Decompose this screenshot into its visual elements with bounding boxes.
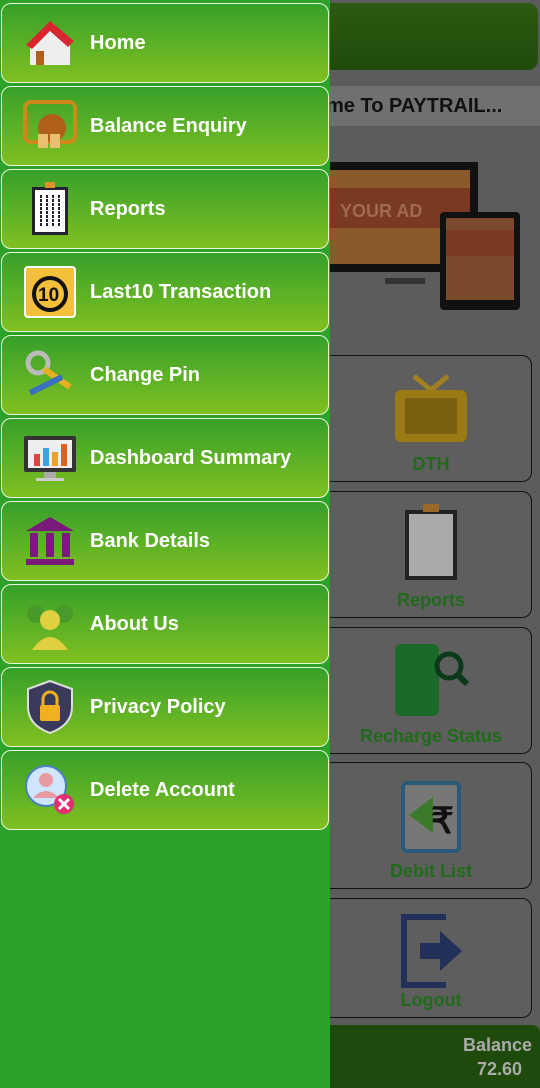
tile-label: Reports — [396, 590, 465, 610]
clipboard-icon — [20, 181, 80, 237]
drawer-item-label: Privacy Policy — [90, 695, 226, 718]
tile-label: Logout — [400, 990, 462, 1010]
tv-icon — [331, 368, 531, 446]
ad-banner-image: YOUR AD — [330, 162, 520, 310]
tile-recharge-status[interactable]: Recharge Status — [300, 627, 532, 754]
money-bag-icon — [20, 98, 80, 154]
drawer-item-about-us[interactable]: About Us — [1, 584, 329, 664]
drawer-item-label: Balance Enquiry — [90, 114, 247, 137]
tile-label: Recharge Status — [359, 726, 503, 746]
svg-text:10: 10 — [38, 285, 59, 306]
logout-icon — [331, 911, 531, 989]
tile-logout[interactable]: Logout — [300, 898, 532, 1018]
tile-dth[interactable]: DTH — [300, 355, 532, 482]
drawer-item-label: Last10 Transaction — [90, 280, 272, 303]
tile-label: Debit List — [389, 861, 472, 881]
tile-reports[interactable]: Reports — [300, 491, 532, 618]
drawer-item-label: About Us — [90, 612, 179, 635]
drawer-item-label: Home — [90, 31, 146, 54]
key-pencil-icon — [20, 347, 80, 403]
balance-bar: Balance 72.60 — [300, 1025, 540, 1088]
balance-value: 72.60 — [476, 1059, 522, 1079]
rupee-clipboard-icon: ₹ — [331, 775, 531, 853]
drawer-item-bank-details[interactable]: Bank Details — [1, 501, 329, 581]
drawer-item-label: Change Pin — [90, 363, 201, 386]
shield-lock-icon — [20, 679, 80, 735]
drawer-item-label: Bank Details — [90, 529, 211, 552]
balance-label: Balance — [462, 1035, 532, 1055]
tile-label: DTH — [412, 454, 450, 474]
drawer-item-balance-enquiry[interactable]: Balance Enquiry — [1, 86, 329, 166]
drawer-item-label: Reports — [90, 197, 166, 220]
tile-debit-list[interactable]: ₹ Debit List — [300, 762, 532, 889]
monitor-chart-icon — [20, 430, 80, 486]
home-icon — [20, 15, 80, 71]
welcome-marquee: me To PAYTRAIL... — [300, 86, 540, 126]
phone-search-icon — [331, 640, 531, 718]
drawer-item-change-pin[interactable]: Change Pin — [1, 335, 329, 415]
ad-text: YOUR AD — [340, 201, 422, 221]
bank-icon — [20, 513, 80, 569]
svg-text:₹: ₹ — [431, 800, 454, 841]
drawer-item-home[interactable]: Home — [1, 3, 329, 83]
drawer-item-delete-account[interactable]: Delete Account — [1, 750, 329, 830]
navigation-drawer: Home Balance Enquiry Reports 10 Last10 Trans… — [0, 0, 330, 1088]
users-icon — [20, 596, 80, 652]
clipboard-icon — [331, 504, 531, 582]
drawer-item-reports[interactable]: Reports — [1, 169, 329, 249]
drawer-item-label: Delete Account — [90, 778, 235, 801]
drawer-item-label: Dashboard Summary — [90, 446, 292, 469]
drawer-item-privacy-policy[interactable]: Privacy Policy — [1, 667, 329, 747]
calendar-10-icon: 10 — [20, 264, 80, 320]
user-delete-icon — [20, 762, 80, 818]
app-header — [300, 3, 538, 70]
drawer-item-dashboard-summary[interactable]: Dashboard Summary — [1, 418, 329, 498]
drawer-item-last10-transaction[interactable]: 10 Last10 Transaction — [1, 252, 329, 332]
